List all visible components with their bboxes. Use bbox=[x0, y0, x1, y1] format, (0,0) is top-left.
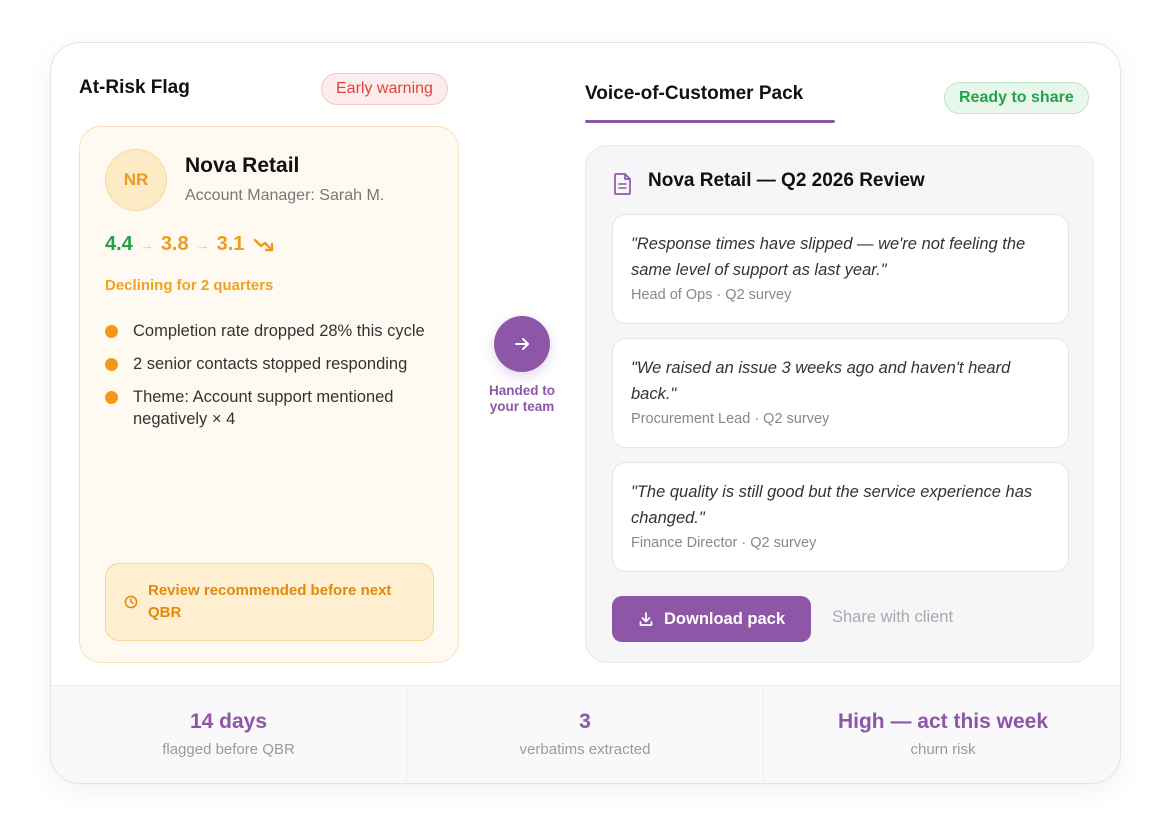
stat-flagged: 14 days flagged before QBR bbox=[51, 686, 407, 783]
score-value-3: 3.1 bbox=[216, 233, 245, 255]
score-trend: 4.4 → 3.8 → 3.1 bbox=[105, 233, 275, 256]
stat-verbatims: 3 verbatims extracted bbox=[407, 686, 764, 783]
active-tab-indicator bbox=[585, 120, 835, 123]
score-value-1: 4.4 bbox=[105, 233, 133, 255]
at-risk-title: At-Risk Flag bbox=[79, 77, 190, 98]
risk-signal: 2 senior contacts stopped responding bbox=[105, 353, 440, 375]
account-manager: Account Manager: Sarah M. bbox=[185, 187, 385, 204]
quote-card: "The quality is still good but the servi… bbox=[612, 462, 1069, 572]
stat-label: verbatims extracted bbox=[519, 741, 651, 758]
pack-title: Nova Retail — Q2 2026 Review bbox=[648, 170, 925, 191]
risk-signal-text: Completion rate dropped 28% this cycle bbox=[133, 322, 425, 340]
bullet-dot-icon bbox=[105, 325, 118, 338]
score-value-2: 3.8 bbox=[160, 233, 189, 255]
trend-arrow-1: → bbox=[139, 236, 154, 253]
risk-signal: Completion rate dropped 28% this cycle bbox=[105, 320, 440, 342]
bullet-dot-icon bbox=[105, 391, 118, 404]
trend-arrow-2: → bbox=[195, 236, 210, 253]
handoff-button[interactable] bbox=[494, 316, 550, 372]
voc-pack-card: Nova Retail — Q2 2026 Review "Response t… bbox=[585, 145, 1094, 663]
trend-note: Declining for 2 quarters bbox=[105, 277, 274, 294]
clock-icon bbox=[124, 595, 138, 609]
account-name: Nova Retail bbox=[185, 154, 300, 177]
stat-churn-risk: High — act this week churn risk bbox=[764, 686, 1120, 783]
review-recommendation-text: Review recommended before next QBR bbox=[148, 582, 392, 621]
stats-bar: 14 days flagged before QBR 3 verbatims e… bbox=[51, 685, 1120, 783]
quote-source: Finance Director · Q2 survey bbox=[631, 535, 817, 551]
at-risk-card: NR Nova Retail Account Manager: Sarah M.… bbox=[79, 126, 459, 663]
handoff-label: Handed to your team bbox=[489, 383, 555, 414]
stat-value: 3 bbox=[579, 710, 591, 733]
ready-to-share-badge: Ready to share bbox=[944, 82, 1089, 114]
quote-text: "The quality is still good but the servi… bbox=[631, 483, 1033, 527]
bullet-dot-icon bbox=[105, 358, 118, 371]
quote-text: "Response times have slipped — we're not… bbox=[631, 235, 1026, 279]
tab-voice-of-customer[interactable]: Voice-of-Customer Pack bbox=[585, 83, 803, 105]
risk-signals-list: Completion rate dropped 28% this cycle 2… bbox=[105, 320, 440, 441]
quote-source: Head of Ops · Q2 survey bbox=[631, 287, 792, 303]
download-pack-label: Download pack bbox=[663, 609, 786, 628]
risk-signal-text: Theme: Account support mentioned negativ… bbox=[133, 388, 394, 428]
quote-card: "Response times have slipped — we're not… bbox=[612, 214, 1069, 324]
download-icon bbox=[639, 612, 653, 626]
dashboard-card: At-Risk Flag Early warning NR Nova Retai… bbox=[50, 42, 1121, 784]
stat-label: churn risk bbox=[910, 741, 976, 758]
document-icon bbox=[614, 173, 631, 195]
risk-signal: Theme: Account support mentioned negativ… bbox=[105, 386, 440, 430]
share-with-client-link[interactable]: Share with client bbox=[832, 608, 953, 627]
quote-card: "We raised an issue 3 weeks ago and have… bbox=[612, 338, 1069, 448]
stat-value: 14 days bbox=[189, 710, 268, 733]
arrow-right-icon bbox=[515, 338, 529, 350]
risk-signal-text: 2 senior contacts stopped responding bbox=[133, 355, 408, 373]
review-recommendation: Review recommended before next QBR bbox=[105, 563, 434, 641]
early-warning-badge: Early warning bbox=[321, 73, 448, 105]
stat-value: High — act this week bbox=[837, 710, 1049, 733]
quote-source: Procurement Lead · Q2 survey bbox=[631, 411, 830, 427]
trend-down-icon bbox=[254, 238, 274, 251]
quote-text: "We raised an issue 3 weeks ago and have… bbox=[631, 359, 1011, 403]
stat-label: flagged before QBR bbox=[162, 741, 295, 758]
download-pack-button[interactable]: Download pack bbox=[612, 596, 811, 642]
account-avatar: NR bbox=[105, 149, 167, 211]
